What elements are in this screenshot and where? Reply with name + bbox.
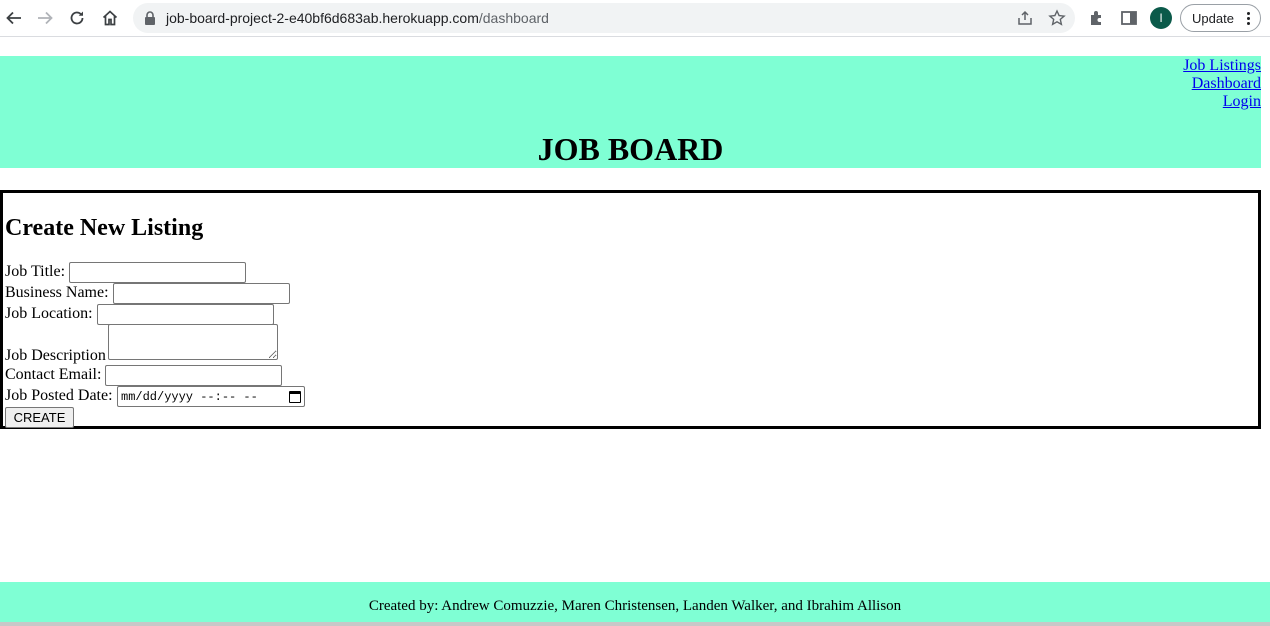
job-description-row: Job Description	[5, 346, 106, 366]
star-icon[interactable]	[1048, 9, 1066, 27]
job-description-textarea[interactable]	[108, 324, 278, 360]
job-title-row: Job Title:	[5, 262, 246, 283]
update-label: Update	[1192, 10, 1234, 26]
job-posted-date-label: Job Posted Date:	[5, 387, 113, 404]
arrow-right-icon	[38, 11, 53, 25]
arrow-left-icon	[6, 11, 21, 25]
contact-email-label: Contact Email:	[5, 366, 102, 383]
business-name-input[interactable]	[113, 283, 290, 304]
job-posted-date-input[interactable]: mm/dd/yyyy --:-- --	[117, 386, 305, 407]
forward-button[interactable]	[32, 5, 58, 31]
reload-icon	[70, 11, 84, 25]
reload-button[interactable]	[64, 5, 90, 31]
job-description-label: Job Description	[5, 347, 106, 364]
job-title-label: Job Title:	[5, 263, 66, 280]
extensions-icon[interactable]	[1087, 8, 1107, 28]
lock-icon	[145, 11, 155, 25]
nav-link-dashboard[interactable]: Dashboard	[1183, 75, 1261, 93]
create-button[interactable]: CREATE	[5, 407, 74, 428]
profile-avatar[interactable]: I	[1150, 7, 1172, 29]
job-location-input[interactable]	[97, 304, 274, 325]
url-text: job-board-project-2-e40bf6d683ab.herokua…	[166, 10, 549, 26]
calendar-icon[interactable]	[289, 390, 301, 403]
job-location-label: Job Location:	[5, 305, 93, 322]
update-button[interactable]: Update	[1180, 4, 1261, 32]
form-title: Create New Listing	[5, 215, 204, 241]
business-name-label: Business Name:	[5, 284, 109, 301]
site-header: Job Listings Dashboard Login JOB BOARD	[0, 56, 1261, 168]
create-listing-form: Create New Listing Job Title: Business N…	[0, 190, 1261, 429]
address-bar[interactable]: job-board-project-2-e40bf6d683ab.herokua…	[133, 3, 1075, 33]
nav-link-job-listings[interactable]: Job Listings	[1183, 57, 1261, 75]
horizontal-scrollbar[interactable]	[0, 622, 1270, 626]
footer-credits: Created by: Andrew Comuzzie, Maren Chris…	[368, 598, 902, 614]
date-placeholder: mm/dd/yyyy --:-- --	[121, 389, 258, 404]
site-nav: Job Listings Dashboard Login	[1183, 57, 1261, 111]
nav-link-login[interactable]: Login	[1183, 93, 1261, 111]
side-panel-icon[interactable]	[1119, 8, 1139, 28]
job-posted-date-row: Job Posted Date: mm/dd/yyyy --:-- --	[5, 386, 305, 407]
job-location-row: Job Location:	[5, 304, 274, 325]
contact-email-row: Contact Email:	[5, 365, 282, 386]
contact-email-input[interactable]	[105, 365, 282, 386]
home-button[interactable]	[97, 5, 123, 31]
business-name-row: Business Name:	[5, 283, 290, 304]
browser-toolbar: job-board-project-2-e40bf6d683ab.herokua…	[0, 0, 1270, 37]
job-title-input[interactable]	[69, 262, 246, 283]
back-button[interactable]	[1, 5, 27, 31]
share-icon[interactable]	[1016, 9, 1034, 27]
kebab-menu-icon	[1247, 10, 1251, 27]
site-footer: Created by: Andrew Comuzzie, Maren Chris…	[0, 582, 1270, 626]
home-icon	[102, 10, 118, 26]
site-title: JOB BOARD	[537, 131, 724, 167]
